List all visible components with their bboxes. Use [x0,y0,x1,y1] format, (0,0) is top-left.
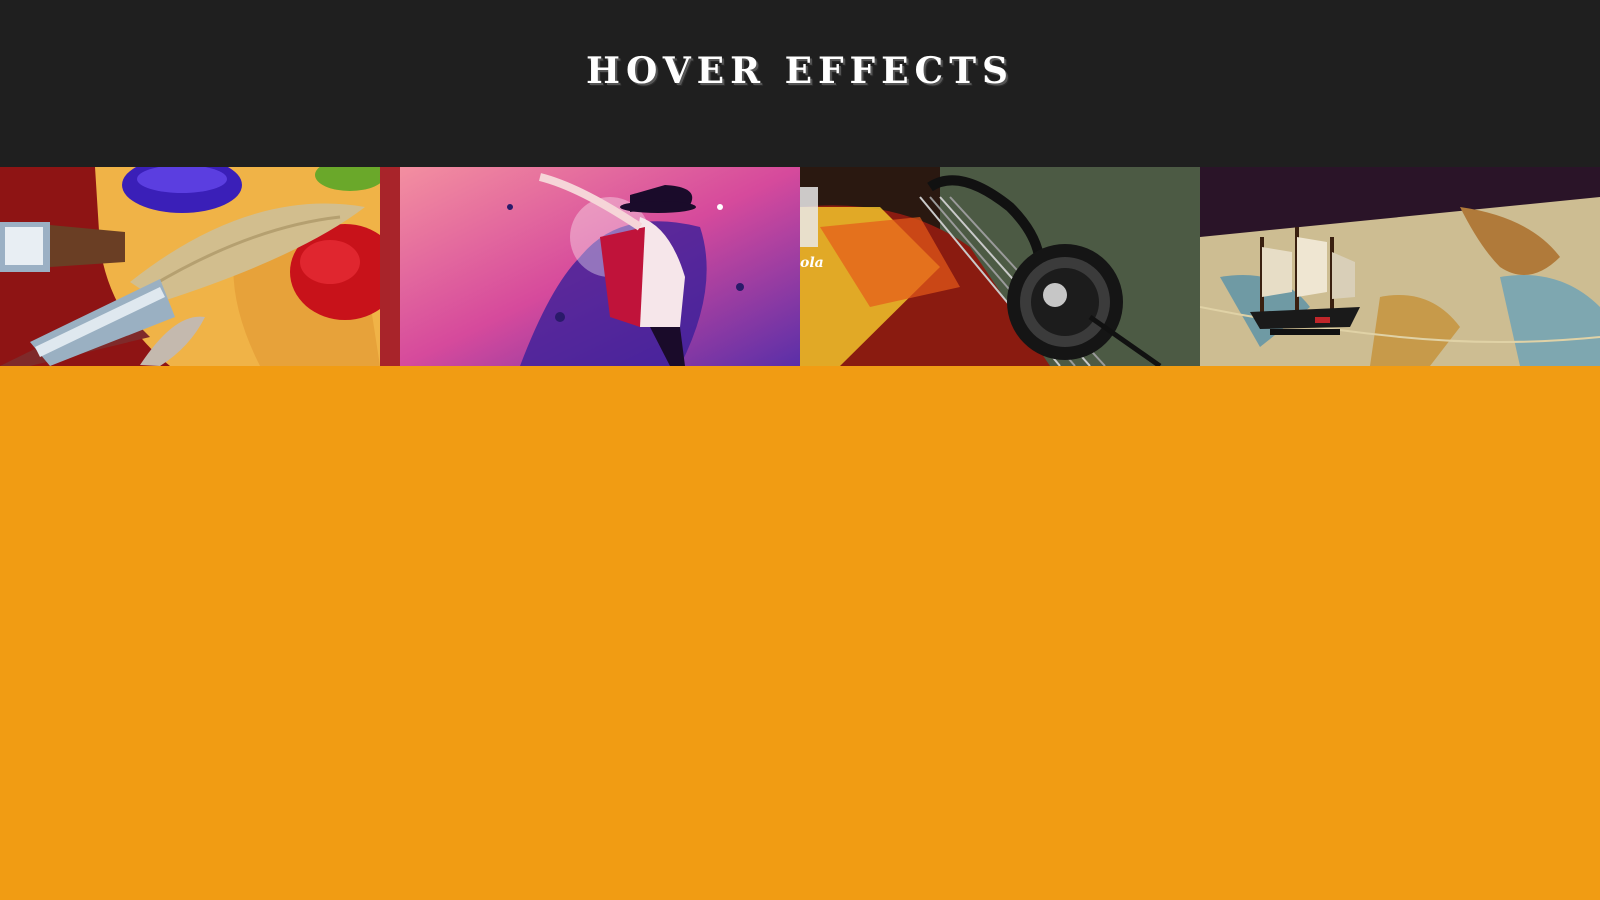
gallery-tile-ship-map[interactable] [1200,167,1600,366]
page-header: HOVER EFFECTS [0,0,1600,167]
paint-palette-image [0,167,400,366]
ship-on-map-image [1200,167,1600,366]
page-background [0,366,1600,900]
image-gallery: ola [0,167,1600,366]
gallery-tile-paint-palette[interactable] [0,167,400,366]
dancer-image [400,167,800,366]
tile3-logo-text: ola [800,255,824,271]
page-title: HOVER EFFECTS [586,50,1014,92]
headphones-image: ola [800,167,1200,366]
gallery-tile-headphones[interactable]: ola [800,167,1200,366]
gallery-tile-dancer[interactable] [400,167,800,366]
